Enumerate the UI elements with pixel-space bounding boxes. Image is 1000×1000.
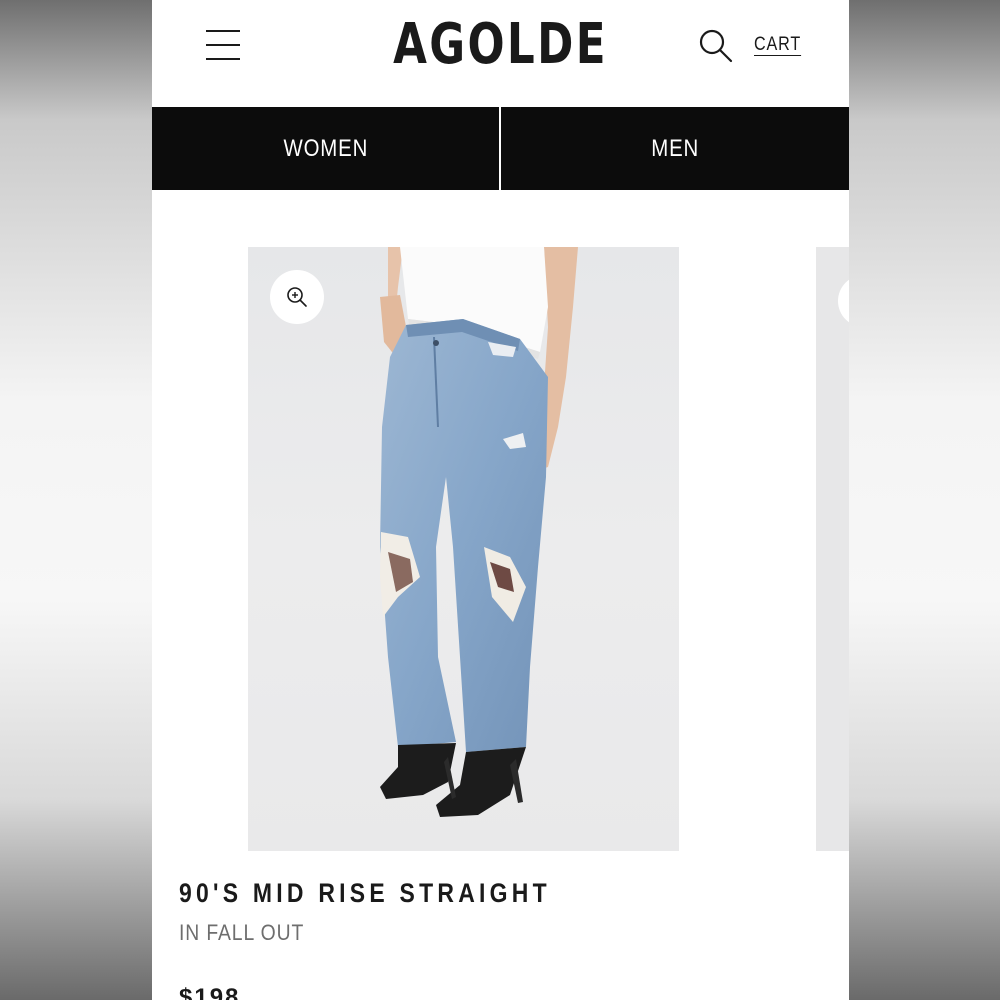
tab-men[interactable]: MEN	[501, 107, 849, 190]
product-color: IN FALL OUT	[179, 920, 305, 945]
search-button[interactable]	[698, 28, 734, 64]
cart-link[interactable]: CART	[754, 34, 801, 56]
zoom-button[interactable]	[270, 270, 324, 324]
next-zoom-button[interactable]	[838, 275, 849, 327]
product-page: AGOLDE CART WOMEN MEN 90'S MID RISE STRA…	[152, 0, 849, 1000]
product-title: 90'S MID RISE STRAIGHT	[179, 878, 551, 908]
product-price: $198	[179, 984, 241, 1000]
next-product-image-peek[interactable]	[816, 247, 849, 851]
product-image[interactable]	[248, 247, 679, 851]
hamburger-icon-line	[206, 58, 240, 60]
hamburger-menu-button[interactable]	[206, 30, 240, 62]
site-header: AGOLDE CART	[152, 0, 849, 107]
tab-men-label: MEN	[651, 134, 699, 162]
tab-women[interactable]: WOMEN	[152, 107, 499, 190]
tab-women-label: WOMEN	[283, 134, 368, 162]
hamburger-icon-line	[206, 30, 240, 32]
search-icon	[699, 29, 733, 63]
brand-logo[interactable]: AGOLDE	[385, 12, 617, 78]
zoom-in-icon	[287, 287, 307, 307]
hamburger-icon-line	[206, 44, 240, 46]
category-nav: WOMEN MEN	[152, 107, 849, 190]
product-photo-illustration	[380, 247, 578, 817]
